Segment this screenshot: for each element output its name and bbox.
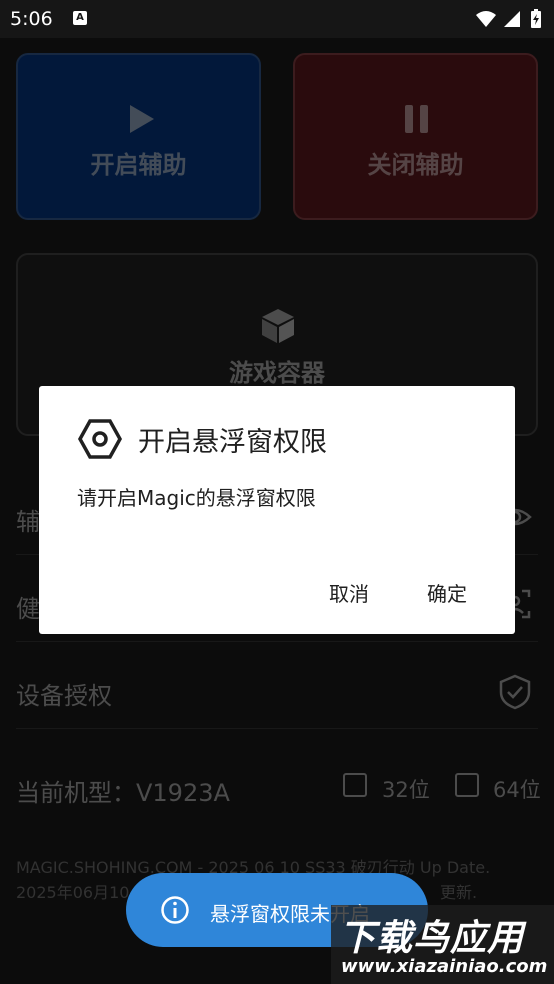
- notification-a-icon: A: [73, 11, 87, 25]
- battery-icon: [531, 9, 541, 28]
- cellular-icon: [504, 11, 520, 27]
- permission-dialog: 开启悬浮窗权限 请开启Magic的悬浮窗权限 取消 确定: [39, 386, 515, 634]
- clock: 5:06: [10, 8, 53, 30]
- cancel-button[interactable]: 取消: [329, 578, 369, 607]
- settings-hex-icon: [77, 419, 123, 459]
- watermark-title: 下载鸟应用: [339, 918, 525, 959]
- confirm-button[interactable]: 确定: [427, 578, 467, 607]
- dialog-title: 开启悬浮窗权限: [138, 427, 327, 458]
- status-icons: [476, 9, 544, 33]
- watermark: 下载鸟应用 www.xiazainiao.com: [331, 905, 554, 984]
- watermark-url: www.xiazainiao.com: [341, 956, 548, 977]
- info-icon: [161, 896, 189, 924]
- wifi-icon: [476, 11, 496, 27]
- dialog-message: 请开启Magic的悬浮窗权限: [77, 486, 316, 510]
- status-bar: 5:06 A: [0, 0, 554, 38]
